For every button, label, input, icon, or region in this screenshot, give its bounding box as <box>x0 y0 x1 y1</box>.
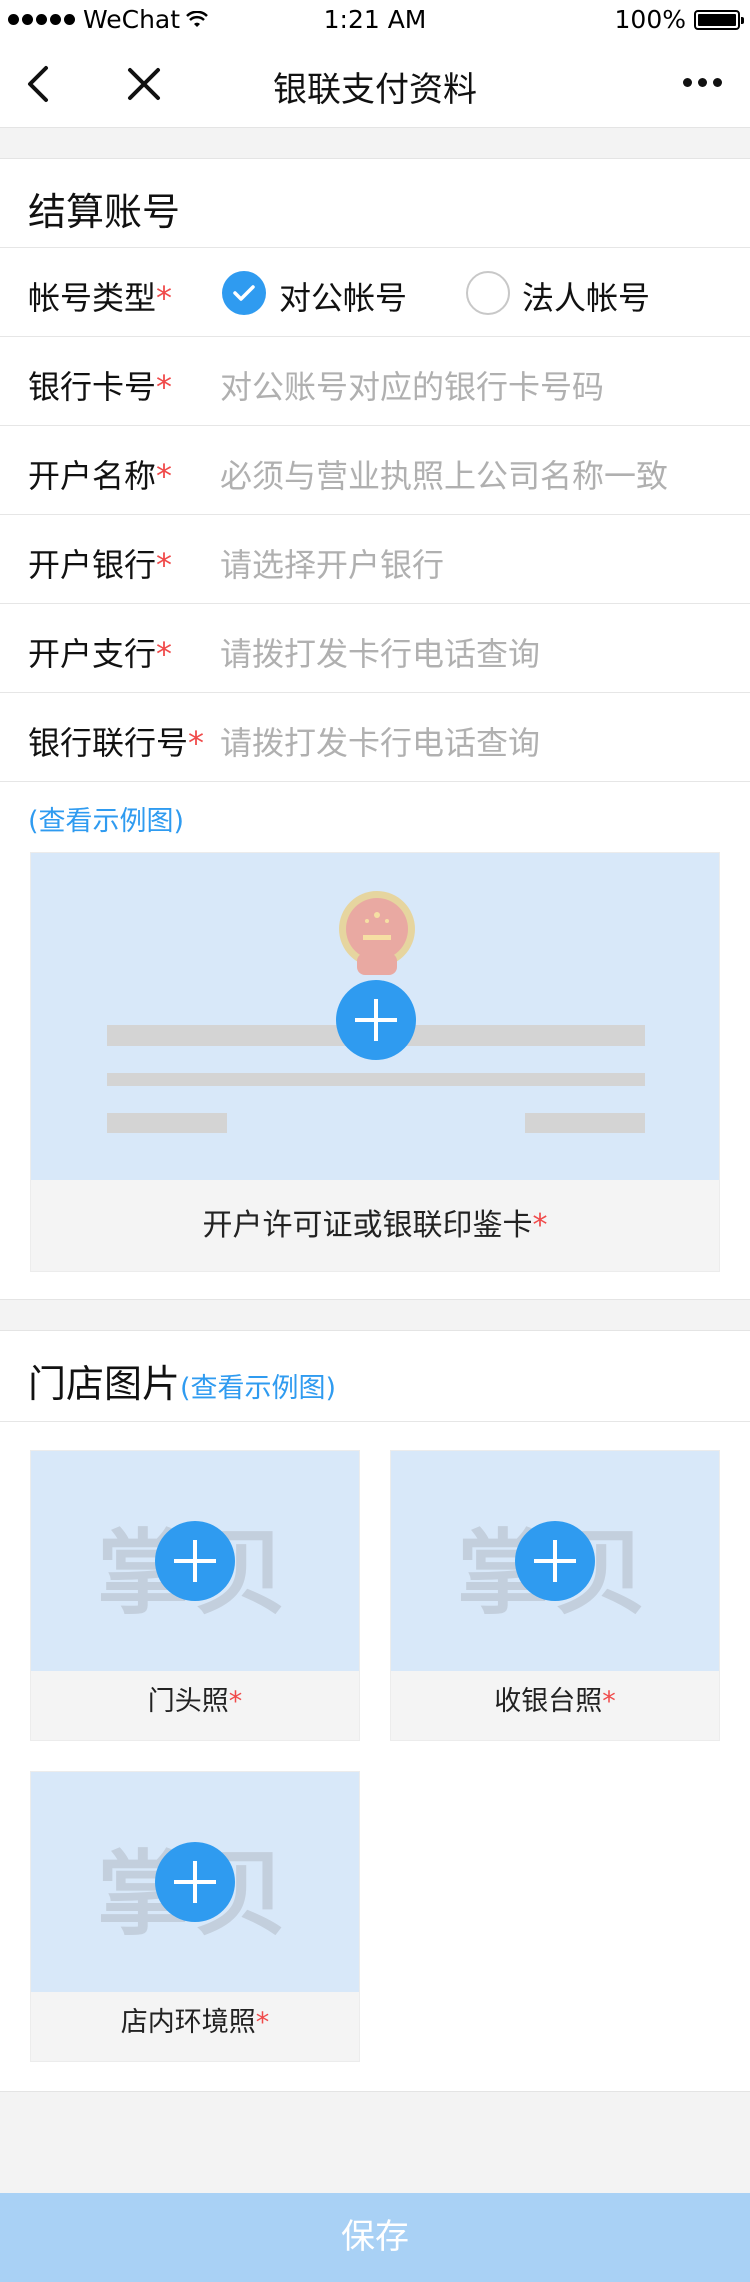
page-title: 银联支付资料 <box>273 70 477 110</box>
check-icon <box>233 285 255 301</box>
divider <box>0 781 750 782</box>
storefront-caption: 门头照* <box>31 1671 359 1740</box>
divider <box>0 1421 750 1422</box>
branch-input[interactable]: 请拨打发卡行电话查询 <box>220 629 540 675</box>
license-upload-caption: 开户许可证或银联印鉴卡* <box>31 1180 719 1271</box>
add-photo-icon[interactable] <box>155 1521 235 1601</box>
cashier-caption: 收银台照* <box>391 1671 719 1740</box>
bank-card-input[interactable]: 对公账号对应的银行卡号码 <box>220 362 604 408</box>
radio-personal-account[interactable] <box>466 271 510 315</box>
interior-upload[interactable]: 掌贝 店内环境照* <box>30 1771 360 2062</box>
save-button[interactable]: 保存 <box>0 2193 750 2282</box>
radio-personal-account-label[interactable]: 法人帐号 <box>522 273 650 319</box>
divider <box>0 603 750 604</box>
placeholder-bar <box>525 1113 645 1133</box>
upload-placeholder: 掌贝 <box>31 1772 359 1992</box>
divider <box>0 336 750 337</box>
more-icon[interactable] <box>683 78 722 87</box>
bank-select[interactable]: 请选择开户银行 <box>220 540 444 586</box>
storefront-upload[interactable]: 掌贝 门头照* <box>30 1450 360 1741</box>
radio-public-account[interactable] <box>222 271 266 315</box>
placeholder-bar <box>107 1113 227 1133</box>
license-upload[interactable]: 开户许可证或银联印鉴卡* <box>30 852 720 1272</box>
nav-bar: 银联支付资料 <box>0 40 750 128</box>
add-photo-icon[interactable] <box>155 1842 235 1922</box>
account-name-input[interactable]: 必须与营业执照上公司名称一致 <box>220 451 668 497</box>
union-no-label: 银行联行号* <box>28 724 205 762</box>
status-bar: WeChat 1:21 AM 100% <box>0 0 750 40</box>
bank-label: 开户银行* <box>28 546 173 584</box>
interior-caption: 店内环境照* <box>31 1992 359 2061</box>
divider <box>0 514 750 515</box>
divider <box>0 247 750 248</box>
store-photos-section: 门店图片(查看示例图) 掌贝 门头照* 掌贝 收银台照* 掌贝 店内环境照* <box>0 1330 750 2092</box>
emblem-icon <box>339 891 415 975</box>
branch-label: 开户支行* <box>28 635 173 673</box>
bank-card-label: 银行卡号* <box>28 368 173 406</box>
upload-placeholder: 掌贝 <box>31 1451 359 1671</box>
cashier-upload[interactable]: 掌贝 收银台照* <box>390 1450 720 1741</box>
radio-public-account-label[interactable]: 对公帐号 <box>279 273 407 319</box>
battery-percent: 100% <box>614 5 686 34</box>
account-type-label: 帐号类型* <box>28 279 173 317</box>
settlement-section: 结算账号 帐号类型* 对公帐号 法人帐号 银行卡号* 对公账号对应的银行卡号码 … <box>0 158 750 1300</box>
battery-icon <box>694 9 744 30</box>
placeholder-bar <box>107 1073 645 1086</box>
union-no-input[interactable]: 请拨打发卡行电话查询 <box>220 718 540 764</box>
divider <box>0 692 750 693</box>
upload-placeholder: 掌贝 <box>391 1451 719 1671</box>
license-placeholder-image <box>31 853 719 1180</box>
store-example-link[interactable]: (查看示例图) <box>180 1373 336 1404</box>
add-photo-icon[interactable] <box>515 1521 595 1601</box>
add-photo-icon[interactable] <box>336 980 416 1060</box>
settlement-title: 结算账号 <box>28 190 181 234</box>
example-link[interactable]: (查看示例图) <box>28 799 184 838</box>
status-right: 100% <box>614 5 744 34</box>
store-photos-title: 门店图片(查看示例图) <box>28 1362 337 1406</box>
account-name-label: 开户名称* <box>28 457 173 495</box>
divider <box>0 425 750 426</box>
